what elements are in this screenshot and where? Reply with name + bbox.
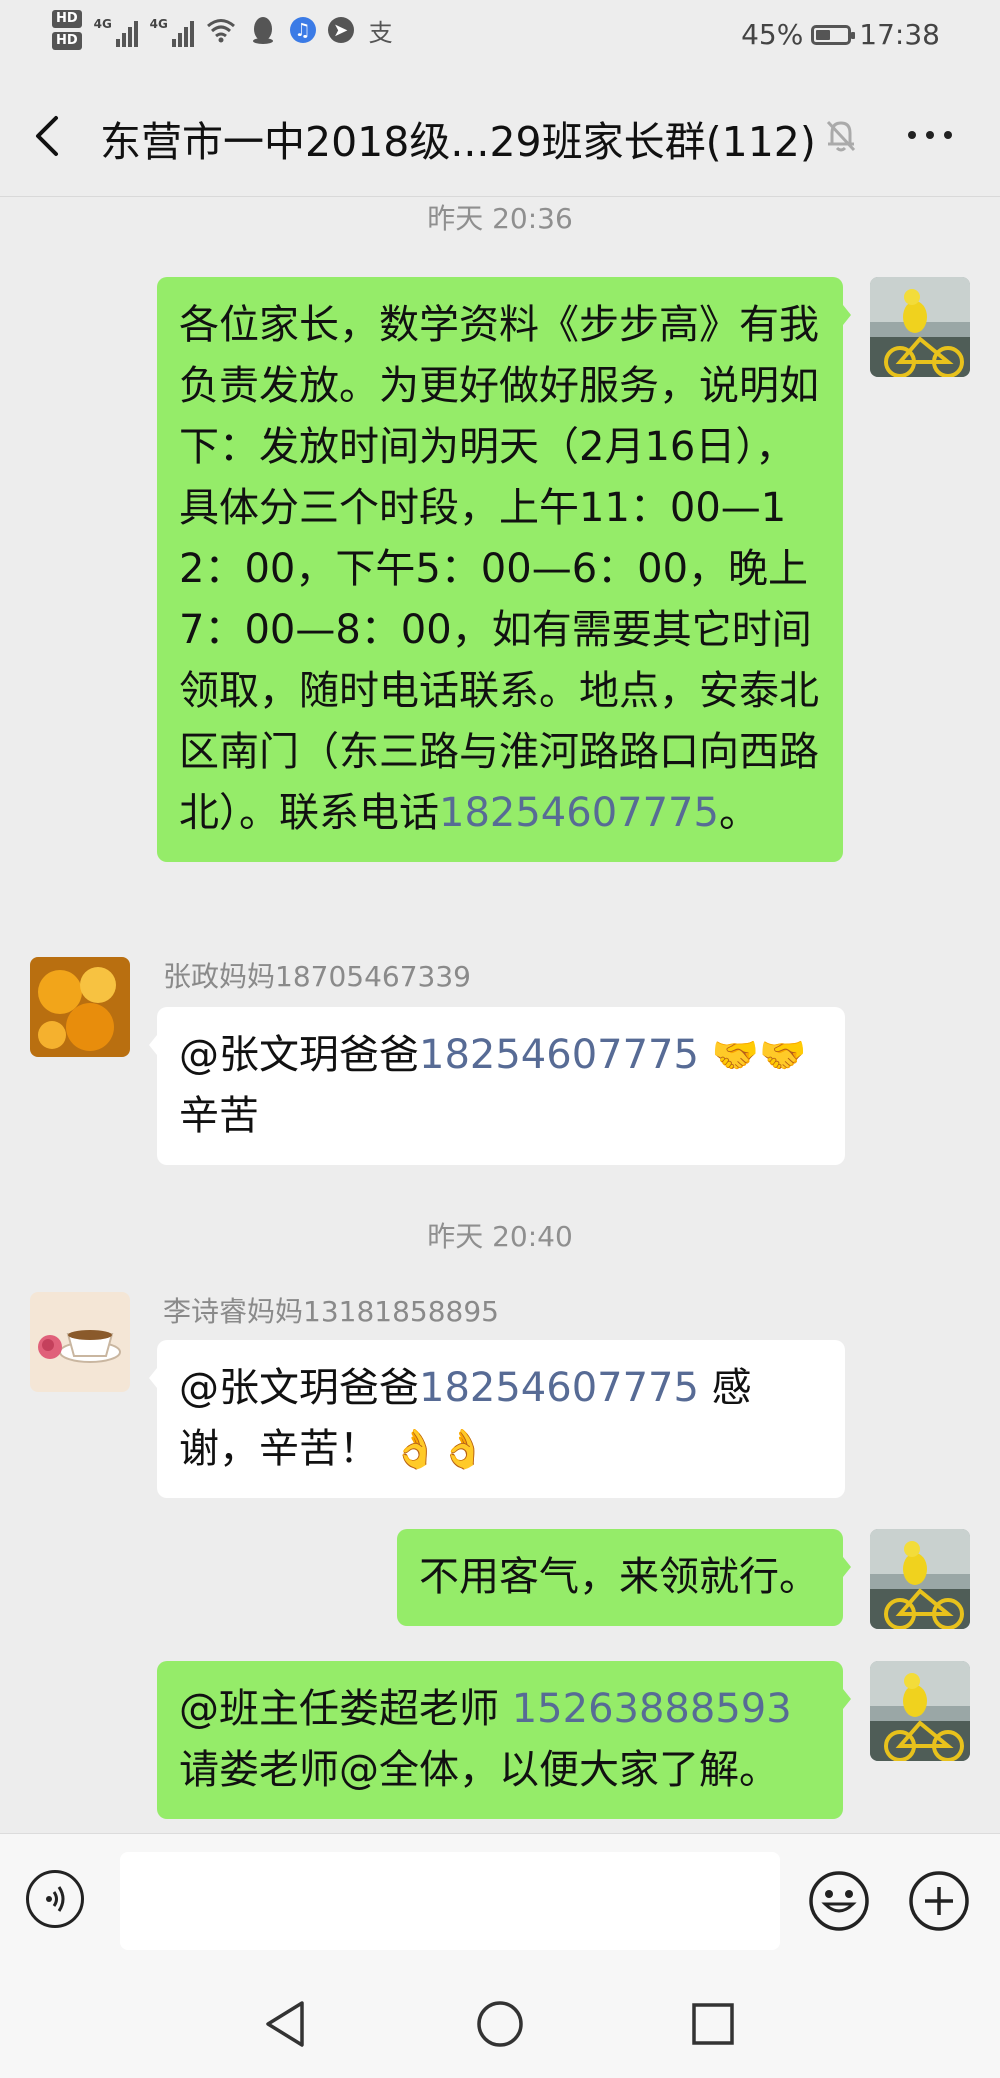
phone-link[interactable]: 18254607775 — [419, 1365, 699, 1411]
hd-badge-2: HD — [52, 32, 82, 50]
back-triangle-icon[interactable] — [262, 1999, 308, 2049]
mute-bell-icon — [820, 114, 862, 156]
location-icon: ➤ — [327, 17, 354, 43]
sender-name: 李诗睿妈妈13181858895 — [163, 1295, 499, 1328]
message-text: 辛苦 — [179, 1093, 259, 1139]
hd-badges: HD HD — [52, 10, 82, 50]
chat-area[interactable]: 昨天 20:36 各位家长，数学资料《步步高》有我负责发放。为更好做好服务，说明… — [0, 197, 1000, 1833]
hd-badge-1: HD — [52, 10, 82, 28]
status-right: 45% 17:38 — [741, 18, 940, 51]
message-bubble-sent-4[interactable]: 不用客气，来领就行。 — [397, 1529, 851, 1626]
message-text: 不用客气，来领就行。 — [419, 1554, 819, 1600]
message-bubble-sent-5[interactable]: @班主任娄超老师 15263888593 请娄老师@全体，以便大家了解。 — [157, 1661, 851, 1819]
status-left-icons: HD HD 4G 4G ♫ ➤ 支 — [52, 10, 396, 50]
message-text: 各位家长，数学资料《步步高》有我负责发放。为更好做好服务，说明如下：发放时间为明… — [179, 302, 819, 836]
plus-icon[interactable] — [908, 1870, 970, 1932]
mention: @张文玥爸爸 — [179, 1365, 419, 1411]
system-navigation-bar — [0, 1963, 1000, 2078]
handshake-emoji: 🤝🤝 — [711, 1033, 807, 1077]
status-bar: HD HD 4G 4G ♫ ➤ 支 45% 17:38 — [0, 0, 1000, 76]
music-icon: ♫ — [289, 17, 316, 43]
message-input[interactable] — [120, 1852, 780, 1950]
phone-link[interactable]: 18254607775 — [419, 1032, 699, 1078]
voice-icon[interactable] — [26, 1870, 84, 1928]
my-avatar[interactable] — [870, 277, 970, 377]
mention: @班主任娄超老师 — [179, 1686, 499, 1732]
network-type-1: 4G — [93, 17, 112, 31]
signal-icon-2: 4G — [150, 13, 194, 47]
sender-name: 张政妈妈18705467339 — [163, 960, 471, 993]
emoji-icon[interactable] — [808, 1870, 870, 1932]
message-bubble-received-2[interactable]: @张文玥爸爸18254607775 🤝🤝 辛苦 — [149, 1007, 845, 1165]
avatar-zhang-zheng-mom[interactable] — [30, 957, 130, 1057]
mention: @张文玥爸爸 — [179, 1032, 419, 1078]
avatar-li-shi-rui-mom[interactable] — [30, 1292, 130, 1392]
message-text: 请娄老师@全体，以便大家了解。 — [179, 1747, 779, 1793]
battery-icon — [811, 24, 856, 45]
home-circle-icon[interactable] — [475, 1999, 525, 2049]
timestamp-2: 昨天 20:40 — [427, 1220, 573, 1253]
message-text-end: 。 — [718, 790, 759, 836]
timestamp-1: 昨天 20:36 — [427, 202, 573, 235]
battery-fill — [816, 29, 831, 40]
network-type-2: 4G — [149, 17, 168, 31]
qq-icon — [248, 15, 278, 45]
my-avatar[interactable] — [870, 1529, 970, 1629]
wifi-icon — [206, 15, 236, 45]
chat-title[interactable]: 东营市一中2018级...29班家长群(112) — [100, 108, 816, 168]
ok-hand-emoji: 👌👌 — [391, 1427, 487, 1471]
phone-link[interactable]: 15263888593 — [512, 1686, 792, 1732]
signal-icon: 4G — [94, 13, 138, 47]
my-avatar[interactable] — [870, 1661, 970, 1761]
back-icon[interactable] — [28, 112, 68, 160]
phone-link[interactable]: 18254607775 — [439, 790, 719, 836]
chat-header: 东营市一中2018级...29班家长群(112) — [0, 76, 1000, 197]
message-bubble-received-3[interactable]: @张文玥爸爸18254607775 感谢，辛苦！ 👌👌 — [149, 1340, 845, 1498]
message-bubble-sent-1[interactable]: 各位家长，数学资料《步步高》有我负责发放。为更好做好服务，说明如下：发放时间为明… — [157, 277, 851, 862]
input-bar — [0, 1833, 1000, 1964]
more-icon[interactable] — [900, 114, 960, 156]
battery-percentage: 45% — [741, 18, 804, 51]
clock: 17:38 — [859, 18, 940, 51]
recents-square-icon[interactable] — [690, 2001, 736, 2047]
alipay-icon: 支 — [368, 18, 393, 47]
